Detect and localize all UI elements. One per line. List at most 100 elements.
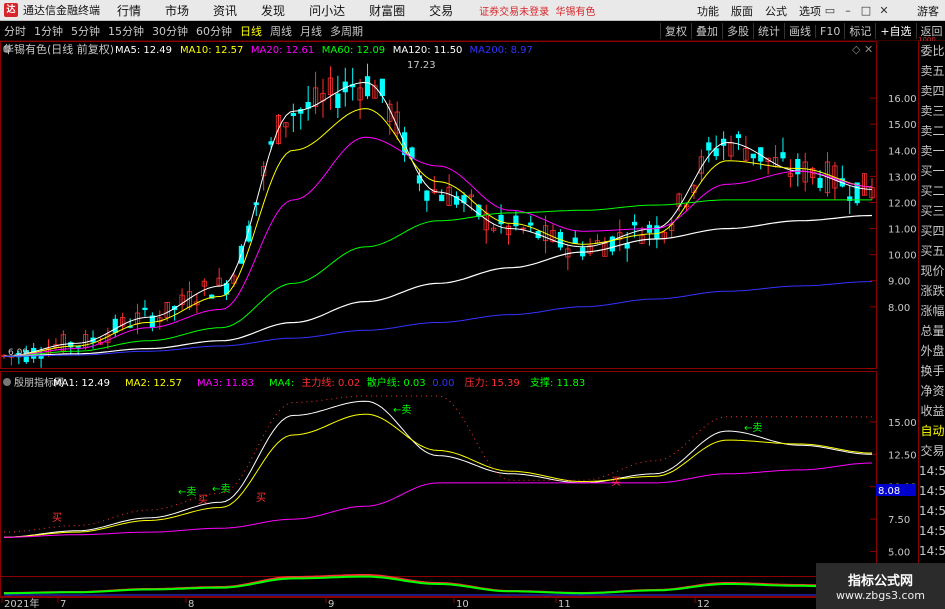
indicator-tick-label: 12.50	[888, 450, 917, 461]
indicator-header-label: 主力线: 0.02	[301, 376, 360, 389]
restore-icon[interactable]: ▭	[821, 4, 839, 17]
candle-body	[721, 138, 727, 146]
sell-signal: ←卖	[393, 404, 411, 416]
price-tick-label: 16.00	[888, 94, 917, 105]
period-30min[interactable]: 30分钟	[148, 23, 192, 39]
chart-settings-icon[interactable]: ◇ ✕	[852, 43, 873, 56]
ma-line-ma60	[3, 199, 872, 357]
period-weekly[interactable]: 周线	[266, 23, 296, 39]
menu-news[interactable]: 资讯	[201, 2, 249, 19]
price-tick-label: 15.00	[888, 120, 917, 131]
buy-signal: 买	[52, 512, 62, 524]
menu-wealth[interactable]: 财富圈	[357, 2, 417, 19]
retail-line	[4, 575, 873, 595]
side-item: 买二	[920, 184, 945, 198]
date-label: 12	[697, 599, 710, 609]
menu-quotes[interactable]: 行情	[105, 2, 153, 19]
period-daily[interactable]: 日线	[236, 23, 266, 39]
menu-trade[interactable]: 交易	[417, 2, 465, 19]
buy-sell-signals: ←卖 ←卖←卖←卖买买 买买	[52, 404, 762, 524]
side-item[interactable]: 交易	[919, 441, 945, 461]
app-logo: 达	[4, 3, 18, 17]
menu-functions[interactable]: 功能	[691, 3, 725, 19]
ma-header-label: MA20: 12.61	[251, 45, 314, 56]
period-15min[interactable]: 15分钟	[104, 23, 148, 39]
main-header-stock: 华锡有色(日线 前复权)	[3, 42, 114, 56]
side-item: 换手	[920, 364, 945, 378]
ma-line-ma120	[4, 214, 873, 357]
candle-body	[364, 76, 371, 97]
side-item: 净资	[920, 384, 945, 398]
side-item: 卖一	[920, 144, 945, 158]
side-item: 卖二	[920, 124, 945, 138]
indicator-tick-label: 15.00	[888, 418, 917, 429]
side-item: 14:56	[919, 524, 945, 538]
ma-header: MA5: 12.49 MA10: 12.57 MA20: 12.61 MA60: 12…	[115, 45, 533, 56]
ma-line-ma10	[3, 108, 873, 357]
period-multi[interactable]: 多周期	[326, 23, 367, 39]
date-label: 9	[328, 599, 334, 609]
ma-header-label: MA200: 8.97	[470, 45, 533, 56]
side-item: 外盘	[920, 344, 945, 358]
tool-overlay[interactable]: 叠加	[691, 23, 722, 39]
minimize-icon[interactable]: –	[839, 4, 857, 17]
tool-add-watchlist[interactable]: +自选	[875, 23, 915, 39]
candle-body	[572, 237, 578, 244]
period-monthly[interactable]: 月线	[296, 23, 326, 39]
price-tick-label: 13.00	[888, 172, 917, 183]
indicator-tick-label: 7.50	[888, 515, 910, 526]
watermark-url: www.zbgs3.com	[836, 589, 925, 602]
sell-signal: ←卖	[212, 483, 230, 495]
tool-stats[interactable]: 统计	[753, 23, 784, 39]
low-price-label: 6.09	[8, 348, 28, 358]
menu-market[interactable]: 市场	[153, 2, 201, 19]
period-timeshare[interactable]: 分时	[0, 23, 30, 39]
period-toolbar: 分时 1分钟 5分钟 15分钟 30分钟 60分钟 日线 周线 月线 多周期 复…	[0, 21, 945, 41]
ma-line-ma5	[3, 81, 873, 357]
menu-layout[interactable]: 版面	[725, 3, 759, 19]
menu-formula[interactable]: 公式	[759, 3, 793, 19]
tool-draw[interactable]: 画线	[784, 23, 815, 39]
period-60min[interactable]: 60分钟	[192, 23, 236, 39]
side-item[interactable]: 自动	[919, 421, 945, 441]
period-1min[interactable]: 1分钟	[30, 23, 67, 39]
indicator-tick-label: 5.00	[888, 548, 910, 559]
side-item: 买一	[920, 164, 945, 178]
moving-average-lines	[3, 81, 873, 357]
indicator-header-label: 压力: 15.39	[465, 376, 520, 389]
price-tick-label: 9.00	[888, 277, 910, 288]
side-item: 现价	[920, 264, 945, 278]
tool-f10[interactable]: F10	[815, 24, 844, 38]
menu-assistant[interactable]: 问小达	[297, 2, 357, 19]
tool-adjust[interactable]: 复权	[660, 23, 691, 39]
side-item: 总量	[920, 324, 945, 338]
side-item: 卖三	[920, 104, 945, 118]
indicator-header-label: 支撑: 11.83	[530, 376, 585, 389]
tool-multi-stock[interactable]: 多股	[722, 23, 753, 39]
side-item: 买五	[920, 244, 945, 258]
candle-body	[290, 112, 296, 117]
menu-discover[interactable]: 发现	[249, 2, 297, 19]
candle-body	[624, 243, 630, 249]
indicator-header-label: MA3: 11.83	[197, 378, 254, 389]
candle-body	[416, 175, 423, 184]
price-tick-label: 11.00	[888, 225, 917, 236]
kline-chart[interactable]: 华锡有色(日线 前复权) MA5: 12.49 MA10: 12.57 MA20: …	[0, 41, 918, 609]
candle-body	[439, 194, 445, 202]
candle-body	[706, 142, 712, 151]
sell-signal: ←卖	[744, 422, 762, 434]
period-5min[interactable]: 5分钟	[67, 23, 104, 39]
ma-header-label: MA60: 12.09	[322, 45, 385, 56]
guest-login-button[interactable]: 游客	[917, 3, 939, 19]
side-item: 14:56	[919, 464, 945, 478]
tool-mark[interactable]: 标记	[844, 23, 875, 39]
close-icon[interactable]: ✕	[875, 4, 893, 17]
side-item: 14:56	[919, 484, 945, 498]
indicator-resistance-line	[4, 395, 872, 533]
maximize-icon[interactable]: □	[857, 4, 875, 17]
indicator-header-label: MA4:	[269, 378, 294, 389]
indicator-header: 殷朋指标网MA1: 12.49 MA2: 12.57 MA3: 11.83 MA4: 主…	[3, 376, 585, 389]
candle-body	[750, 153, 756, 159]
trade-login-notice[interactable]: 证券交易未登录 华锡有色	[479, 3, 595, 18]
window-controls: ▭ – □ ✕	[821, 0, 893, 21]
